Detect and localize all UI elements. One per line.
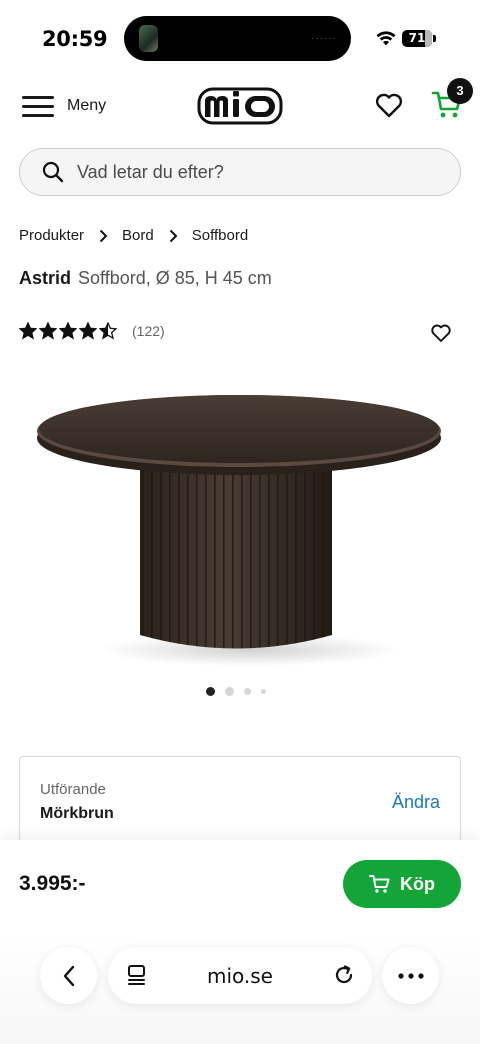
site-header: Meny 3 xyxy=(0,78,480,134)
star-full-icon xyxy=(79,322,97,340)
address-bar[interactable]: mio.se xyxy=(108,947,372,1004)
hamburger-icon xyxy=(22,94,54,118)
mio-logo[interactable] xyxy=(197,84,283,126)
chevron-right-icon xyxy=(169,229,178,242)
star-half-icon xyxy=(99,322,117,340)
chevron-left-icon xyxy=(63,965,74,986)
now-playing-thumbnail xyxy=(139,25,158,52)
carousel-dot[interactable] xyxy=(261,689,266,694)
breadcrumb-item-bord[interactable]: Bord xyxy=(122,227,154,244)
cart-icon xyxy=(369,875,390,893)
wifi-icon xyxy=(376,31,396,46)
search-icon xyxy=(42,161,64,183)
buy-button-label: Köp xyxy=(400,873,435,894)
island-indicator: ······ xyxy=(311,33,337,44)
favorites-heart-icon[interactable] xyxy=(374,90,404,120)
add-to-wishlist-heart-icon[interactable] xyxy=(430,322,452,344)
browser-toolbar: mio.se xyxy=(0,930,480,1044)
breadcrumb-item-soffbord[interactable]: Soffbord xyxy=(192,227,248,244)
status-time: 20:59 xyxy=(42,27,108,51)
more-options-button[interactable] xyxy=(382,947,439,1004)
variant-value: Mörkbrun xyxy=(40,805,114,822)
battery-level: 71 xyxy=(408,31,426,45)
ellipsis-icon xyxy=(397,972,424,979)
battery-indicator: 71 xyxy=(402,30,436,47)
reload-icon[interactable] xyxy=(332,963,356,987)
star-full-icon xyxy=(39,322,57,340)
breadcrumb: Produkter Bord Soffbord xyxy=(19,227,248,244)
back-button[interactable] xyxy=(40,947,97,1004)
cart-count-badge[interactable]: 3 xyxy=(447,78,473,104)
product-title: Astrid Soffbord, Ø 85, H 45 cm xyxy=(19,268,272,289)
star-full-icon xyxy=(59,322,77,340)
carousel-dot[interactable] xyxy=(225,687,234,696)
change-variant-link[interactable]: Ändra xyxy=(392,792,440,813)
rating-stars xyxy=(19,322,117,340)
carousel-dot[interactable] xyxy=(244,688,251,695)
breadcrumb-item-produkter[interactable]: Produkter xyxy=(19,227,84,244)
status-bar: 20:59 ······ 71 xyxy=(0,0,480,78)
menu-label: Meny xyxy=(67,97,107,114)
search-input[interactable] xyxy=(77,161,417,183)
variant-label: Utförande xyxy=(40,781,106,798)
product-rating[interactable]: (122) xyxy=(19,322,165,340)
review-count: (122) xyxy=(132,323,165,339)
chevron-right-icon xyxy=(99,229,108,242)
menu-button[interactable]: Meny xyxy=(22,91,106,121)
buy-bar: 3.995:- Köp xyxy=(0,840,480,930)
product-price: 3.995:- xyxy=(19,872,86,895)
image-carousel-dots[interactable] xyxy=(206,687,266,696)
search-bar[interactable] xyxy=(19,148,461,196)
product-name: Astrid xyxy=(19,268,72,288)
dynamic-island: ······ xyxy=(124,16,351,61)
buy-button[interactable]: Köp xyxy=(343,860,461,908)
carousel-dot[interactable] xyxy=(206,687,215,696)
product-image[interactable] xyxy=(0,370,480,675)
star-full-icon xyxy=(19,322,37,340)
product-description: Soffbord, Ø 85, H 45 cm xyxy=(78,268,272,288)
